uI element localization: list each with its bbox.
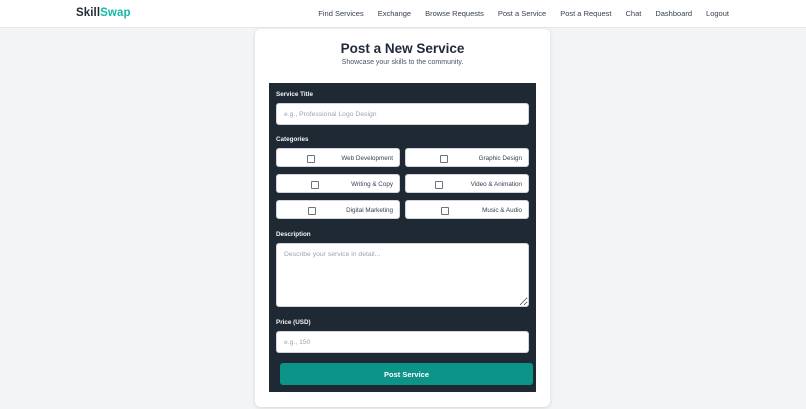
checkbox[interactable] bbox=[311, 180, 319, 189]
description-label: Description bbox=[276, 231, 311, 238]
brand-name-part1: Skill bbox=[76, 7, 101, 19]
category-label: Graphic Design bbox=[478, 154, 522, 162]
category-label: Video & Animation bbox=[470, 180, 522, 188]
page-title: Post a New Service bbox=[340, 41, 465, 56]
checkbox[interactable] bbox=[440, 154, 448, 163]
category-option-writing-copy[interactable]: Writing & Copy bbox=[276, 174, 400, 193]
nav-browse-requests[interactable]: Browse Requests bbox=[425, 9, 484, 18]
category-label: Music & Audio bbox=[482, 206, 522, 214]
category-option-web-development[interactable]: Web Development bbox=[276, 148, 400, 167]
service-title-input[interactable] bbox=[276, 103, 529, 125]
checkbox[interactable] bbox=[308, 206, 316, 215]
description-textarea[interactable] bbox=[276, 243, 529, 307]
category-option-digital-marketing[interactable]: Digital Marketing bbox=[276, 200, 400, 219]
post-service-form: Service Title Categories Web Development… bbox=[269, 83, 536, 392]
top-navbar: SkillSwap Find Services Exchange Browse … bbox=[0, 0, 806, 28]
category-label: Digital Marketing bbox=[346, 206, 393, 214]
nav-links: Find Services Exchange Browse Requests P… bbox=[318, 9, 729, 18]
nav-dashboard[interactable]: Dashboard bbox=[655, 9, 692, 18]
page-subtitle: Showcase your skills to the community. bbox=[341, 59, 464, 66]
post-service-button[interactable]: Post Service bbox=[280, 363, 533, 385]
category-option-graphic-design[interactable]: Graphic Design bbox=[405, 148, 529, 167]
nav-exchange[interactable]: Exchange bbox=[378, 9, 411, 18]
category-label: Web Development bbox=[341, 154, 393, 162]
checkbox[interactable] bbox=[307, 154, 315, 163]
nav-logout[interactable]: Logout bbox=[706, 9, 729, 18]
price-input[interactable] bbox=[276, 331, 529, 353]
nav-chat[interactable]: Chat bbox=[626, 9, 642, 18]
category-option-video-animation[interactable]: Video & Animation bbox=[405, 174, 529, 193]
brand-name-part2: Swap bbox=[100, 7, 131, 19]
service-title-label: Service Title bbox=[276, 91, 313, 98]
post-service-card: Post a New Service Showcase your skills … bbox=[255, 29, 550, 407]
nav-find-services[interactable]: Find Services bbox=[318, 9, 363, 18]
categories-label: Categories bbox=[276, 136, 309, 143]
price-label: Price (USD) bbox=[276, 319, 311, 326]
checkbox[interactable] bbox=[441, 206, 449, 215]
checkbox[interactable] bbox=[435, 180, 443, 189]
nav-post-a-service[interactable]: Post a Service bbox=[498, 9, 546, 18]
category-label: Writing & Copy bbox=[351, 180, 393, 188]
nav-post-a-request[interactable]: Post a Request bbox=[560, 9, 611, 18]
category-option-music-audio[interactable]: Music & Audio bbox=[405, 200, 529, 219]
brand-logo[interactable]: SkillSwap bbox=[76, 7, 131, 19]
